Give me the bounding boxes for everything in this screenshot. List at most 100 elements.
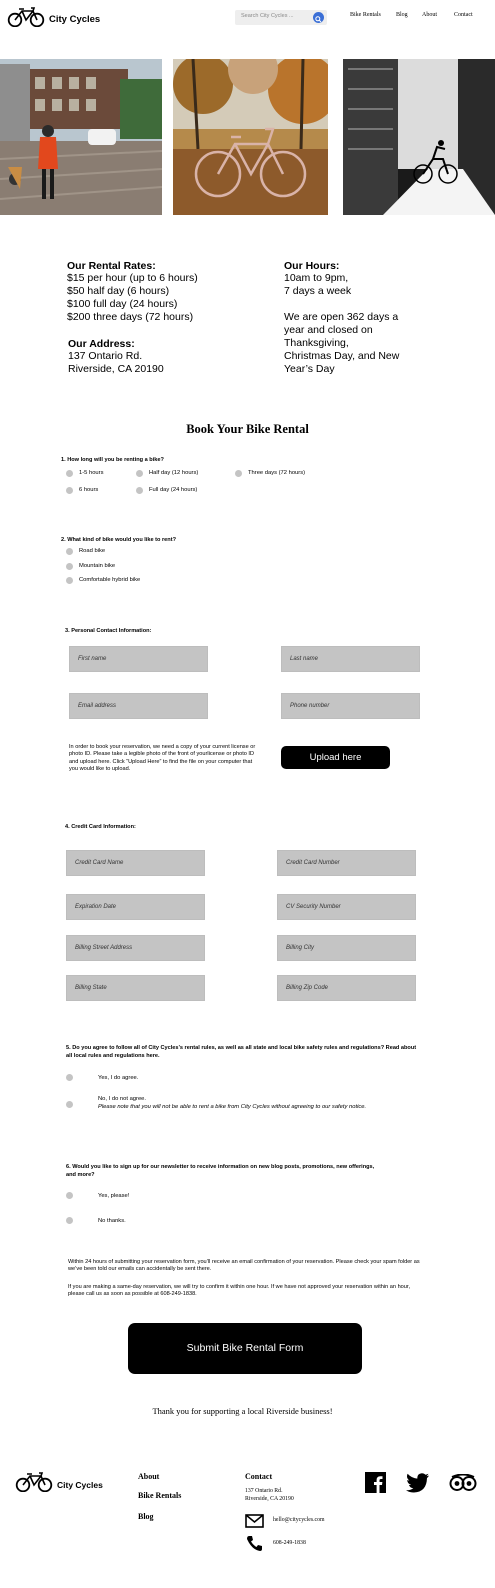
photo-city-cyclist bbox=[0, 59, 162, 215]
field-placeholder: Credit Card Name bbox=[75, 860, 124, 866]
hours-block: Our Hours: 10am to 9pm, 7 days a week bbox=[284, 260, 444, 298]
bicycle-logo-icon bbox=[15, 1472, 53, 1492]
agree-note: Please note that you will not be able to… bbox=[98, 1104, 367, 1110]
radio-three-days[interactable] bbox=[235, 470, 242, 477]
question-4: 4. Credit Card Information: bbox=[65, 824, 136, 830]
open-note-line: year and closed on bbox=[284, 324, 373, 336]
open-note-line: Christmas Day, and New bbox=[284, 350, 400, 362]
footer-link-blog[interactable]: Blog bbox=[138, 1512, 154, 1521]
footer-phone[interactable]: 608-249-1838 bbox=[273, 1540, 306, 1546]
photo-autumn-bicycle bbox=[173, 59, 328, 215]
open-note-line: We are open 362 days a bbox=[284, 311, 399, 323]
field-placeholder: CV Security Number bbox=[286, 904, 341, 910]
rate-line: $200 three days (72 hours) bbox=[67, 311, 194, 323]
card-number-field[interactable]: Credit Card Number bbox=[277, 850, 416, 876]
footer-contact-heading: Contact bbox=[245, 1472, 273, 1481]
phone-icon bbox=[247, 1536, 262, 1551]
radio-half-day[interactable] bbox=[136, 470, 143, 477]
billing-city-field[interactable]: Billing City bbox=[277, 935, 416, 961]
option-label: Yes, I do agree. bbox=[98, 1075, 139, 1081]
phone-field[interactable]: Phone number bbox=[281, 693, 420, 719]
field-placeholder: Credit Card Number bbox=[286, 860, 340, 866]
question-3: 3. Personal Contact Information: bbox=[65, 628, 152, 634]
hours-line: 10am to 9pm, bbox=[284, 272, 349, 284]
radio-6-hours[interactable] bbox=[66, 487, 73, 494]
radio-mountain-bike[interactable] bbox=[66, 563, 73, 570]
twitter-icon[interactable] bbox=[406, 1473, 430, 1493]
rate-line: $15 per hour (up to 6 hours) bbox=[67, 272, 198, 284]
option-label: Road bike bbox=[79, 548, 106, 554]
rate-line: $50 half day (6 hours) bbox=[67, 285, 170, 297]
footer-email[interactable]: hello@citycycles.com bbox=[273, 1517, 325, 1523]
rental-rates: Our Rental Rates: $15 per hour (up to 6 … bbox=[67, 260, 267, 324]
bicycle-logo-icon bbox=[7, 7, 45, 27]
radio-hybrid-bike[interactable] bbox=[66, 577, 73, 584]
cv-security-field[interactable]: CV Security Number bbox=[277, 894, 416, 920]
hours-line: 7 days a week bbox=[284, 285, 352, 297]
upload-instructions: In order to book your reservation, we ne… bbox=[69, 744, 256, 773]
billing-zip-field[interactable]: Billing Zip Code bbox=[277, 975, 416, 1001]
mail-icon bbox=[245, 1514, 264, 1528]
nav-contact[interactable]: Contact bbox=[454, 12, 473, 18]
footer-link-about[interactable]: About bbox=[138, 1472, 159, 1481]
footer-address-line: Riverside, CA 20190 bbox=[245, 1496, 294, 1502]
tripadvisor-icon[interactable] bbox=[449, 1474, 477, 1492]
search-button[interactable] bbox=[313, 12, 324, 23]
option-label: Three days (72 hours) bbox=[248, 470, 306, 476]
address-heading: Our Address: bbox=[68, 338, 135, 350]
field-placeholder: Billing State bbox=[75, 985, 107, 991]
field-placeholder: Billing City bbox=[286, 945, 315, 951]
option-label: Yes, please! bbox=[98, 1193, 130, 1199]
confirmation-note: Within 24 hours of submitting your reser… bbox=[68, 1259, 420, 1273]
radio-1-5-hours[interactable] bbox=[66, 470, 73, 477]
first-name-field[interactable]: First name bbox=[69, 646, 208, 672]
radio-full-day[interactable] bbox=[136, 487, 143, 494]
open-note-line: Thanksgiving, bbox=[284, 337, 349, 349]
footer-link-bike-rentals[interactable]: Bike Rentals bbox=[138, 1491, 181, 1500]
open-days-note: We are open 362 days a year and closed o… bbox=[284, 311, 444, 376]
radio-agree-no[interactable] bbox=[66, 1101, 73, 1108]
footer-logo[interactable]: City Cycles bbox=[15, 1472, 125, 1496]
expiration-date-field[interactable]: Expiration Date bbox=[66, 894, 205, 920]
last-name-field[interactable]: Last name bbox=[281, 646, 420, 672]
billing-state-field[interactable]: Billing State bbox=[66, 975, 205, 1001]
radio-newsletter-no[interactable] bbox=[66, 1217, 73, 1224]
facebook-icon[interactable] bbox=[365, 1472, 386, 1493]
option-label: 1-5 hours bbox=[79, 470, 104, 476]
email-field[interactable]: Email address bbox=[69, 693, 208, 719]
radio-road-bike[interactable] bbox=[66, 548, 73, 555]
brand-name: City Cycles bbox=[49, 14, 101, 25]
option-label: 6 hours bbox=[79, 487, 99, 493]
footer-address-line: 137 Ontario Rd. bbox=[245, 1488, 283, 1494]
option-label: Full day (24 hours) bbox=[149, 487, 198, 493]
nav-bike-rentals[interactable]: Bike Rentals bbox=[350, 12, 381, 18]
submit-button[interactable]: Submit Bike Rental Form bbox=[128, 1323, 362, 1374]
address-line: 137 Ontario Rd. bbox=[68, 350, 143, 362]
field-placeholder: Expiration Date bbox=[75, 904, 117, 910]
option-label: No thanks. bbox=[98, 1218, 126, 1224]
site-logo[interactable]: City Cycles bbox=[7, 7, 107, 29]
upload-button[interactable]: Upload here bbox=[281, 746, 390, 769]
search-input[interactable]: Search City Cycles ... bbox=[241, 13, 294, 19]
field-placeholder: Billing Street Address bbox=[75, 945, 133, 951]
footer-brand-name: City Cycles bbox=[57, 1480, 103, 1490]
rates-heading: Our Rental Rates: bbox=[67, 260, 156, 272]
option-label: Comfortable hybrid bike bbox=[79, 577, 141, 583]
search-box[interactable]: Search City Cycles ... bbox=[235, 10, 327, 25]
field-placeholder: Billing Zip Code bbox=[286, 985, 329, 991]
nav-blog[interactable]: Blog bbox=[396, 12, 408, 18]
radio-agree-yes[interactable] bbox=[66, 1074, 73, 1081]
address-block: Our Address: 137 Ontario Rd. Riverside, … bbox=[68, 338, 268, 376]
photo-bw-cyclist bbox=[343, 59, 495, 215]
same-day-note: If you are making a same-day reservation… bbox=[68, 1284, 411, 1298]
radio-newsletter-yes[interactable] bbox=[66, 1192, 73, 1199]
question-5: 5. Do you agree to follow all of City Cy… bbox=[66, 1045, 417, 1059]
card-name-field[interactable]: Credit Card Name bbox=[66, 850, 205, 876]
search-icon bbox=[315, 16, 322, 23]
thank-you-message: Thank you for supporting a local Riversi… bbox=[152, 1406, 333, 1416]
field-placeholder: First name bbox=[78, 656, 107, 662]
billing-street-field[interactable]: Billing Street Address bbox=[66, 935, 205, 961]
nav-about[interactable]: About bbox=[422, 12, 437, 18]
option-label: No, I do not agree. bbox=[98, 1096, 147, 1102]
address-line: Riverside, CA 20190 bbox=[68, 363, 164, 375]
